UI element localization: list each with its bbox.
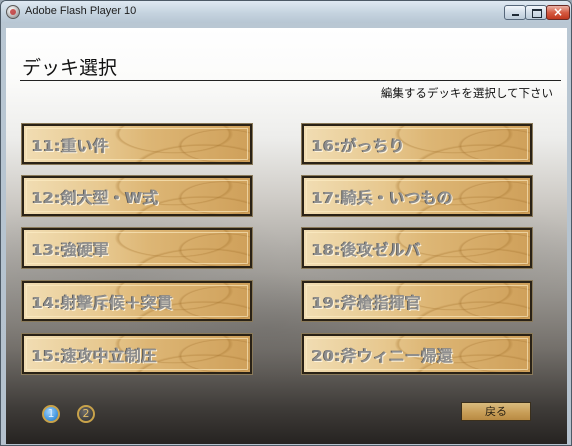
window-title: Adobe Flash Player 10 — [25, 5, 137, 17]
deck-label: 14:射撃斥候＋突貫 — [32, 294, 174, 312]
instruction-text: 編集するデッキを選択して下さい — [380, 86, 553, 100]
flash-player-window: Adobe Flash Player 10 × デッキ選択 編集するデッキを選択… — [0, 0, 572, 446]
deck-button-14[interactable]: 14:射撃斥候＋突貫 — [21, 280, 253, 322]
maximize-button[interactable] — [525, 5, 547, 20]
deck-label: 18:後攻ゼルバ — [312, 241, 422, 259]
close-icon: × — [552, 5, 564, 19]
minimize-icon — [512, 14, 519, 16]
deck-button-17[interactable]: 17:騎兵・いつもの — [301, 175, 533, 217]
maximize-icon — [532, 9, 542, 18]
deck-button-20[interactable]: 20:斧ウィニー帰還 — [301, 333, 533, 375]
back-button[interactable]: 戻る — [461, 402, 531, 421]
minimize-button[interactable] — [504, 5, 526, 20]
title-divider — [20, 80, 561, 81]
deck-label: 11:重い件 — [32, 137, 110, 155]
deck-label: 15:速攻中立制圧 — [32, 347, 158, 365]
deck-label: 12:剣大型・W式 — [32, 189, 159, 207]
deck-label: 17:騎兵・いつもの — [312, 189, 454, 207]
deck-button-13[interactable]: 13:強硬軍 — [21, 227, 253, 269]
close-button[interactable]: × — [546, 5, 570, 20]
page-2-button[interactable]: 2 — [77, 405, 95, 423]
deck-button-11[interactable]: 11:重い件 — [21, 123, 253, 165]
deck-button-16[interactable]: 16:がっちり — [301, 123, 533, 165]
page-1-button[interactable]: 1 — [42, 405, 60, 423]
page-title: デッキ選択 — [22, 57, 118, 79]
deck-button-15[interactable]: 15:速攻中立制圧 — [21, 333, 253, 375]
deck-button-19[interactable]: 19:斧槍指揮官 — [301, 280, 533, 322]
deck-select-screen: デッキ選択 編集するデッキを選択して下さい 11:重い件 12:剣大型・W式 1… — [6, 28, 567, 444]
flash-player-icon — [6, 5, 20, 19]
deck-button-18[interactable]: 18:後攻ゼルバ — [301, 227, 533, 269]
title-bar[interactable]: Adobe Flash Player 10 × — [1, 1, 571, 23]
deck-label: 13:強硬軍 — [32, 241, 110, 259]
deck-label: 16:がっちり — [312, 137, 406, 155]
deck-button-12[interactable]: 12:剣大型・W式 — [21, 175, 253, 217]
deck-label: 19:斧槍指揮官 — [312, 294, 422, 312]
deck-label: 20:斧ウィニー帰還 — [312, 347, 454, 365]
